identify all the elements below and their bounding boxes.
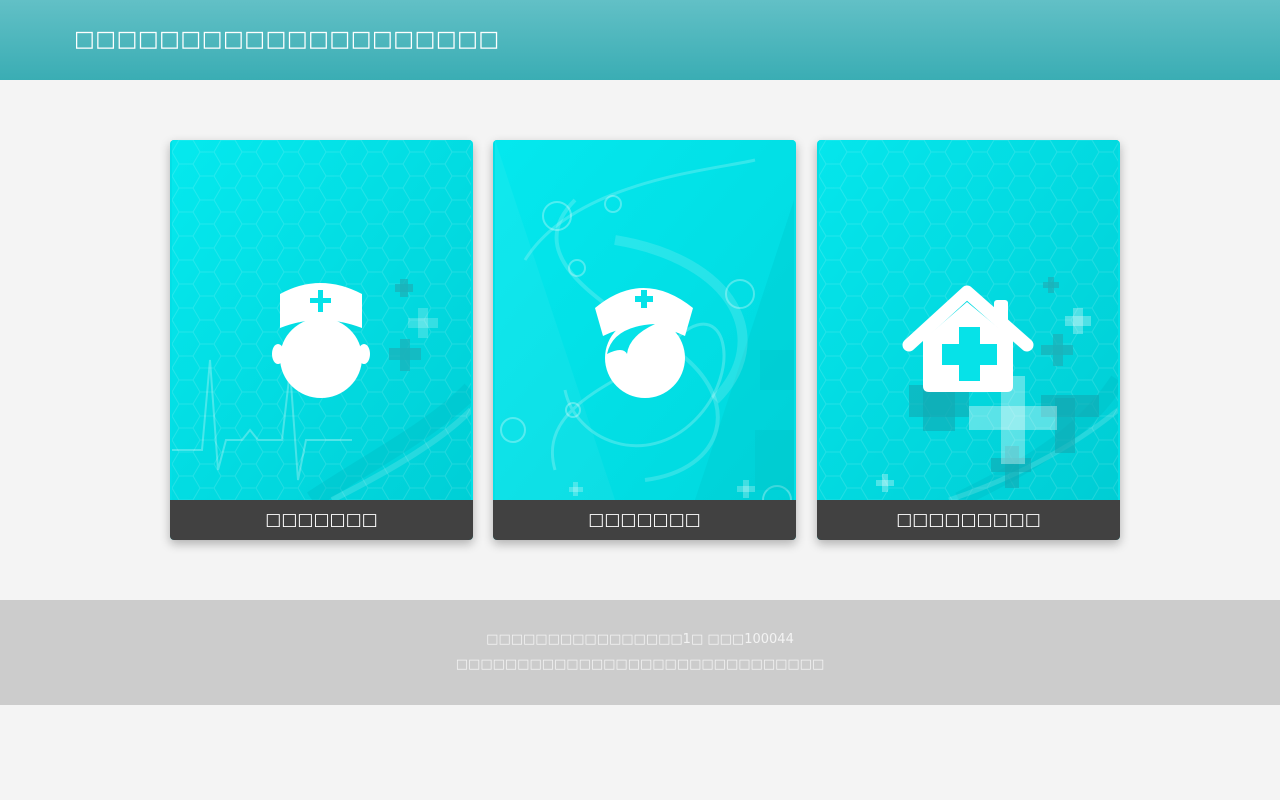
card-nurse-image — [495, 140, 794, 500]
footer-copyright: □□□□□□□□□□□□□□□□□□□□□□□□□□□□□□ — [455, 657, 825, 672]
footer: □□□□□□□□□□□□□□□□1□ □□□100044 □□□□□□□□□□□… — [0, 600, 1280, 705]
card-doctor-image — [172, 140, 471, 500]
card-nurse-label[interactable]: □□□□□□□ — [493, 500, 796, 540]
footer-address: □□□□□□□□□□□□□□□□1□ □□□100044 — [486, 632, 794, 647]
card-hospital-image — [819, 140, 1118, 500]
card-hospital[interactable]: □□□□□□□□□ — [817, 140, 1120, 540]
card-doctor-label[interactable]: □□□□□□□ — [170, 500, 473, 540]
page-title: □□□□□□□□□□□□□□□□□□□□ — [74, 27, 500, 52]
header-bar: □□□□□□□□□□□□□□□□□□□□ — [0, 0, 1280, 80]
card-hospital-label[interactable]: □□□□□□□□□ — [817, 500, 1120, 540]
card-doctor[interactable]: □□□□□□□ — [170, 140, 473, 540]
card-nurse[interactable]: □□□□□□□ — [493, 140, 796, 540]
